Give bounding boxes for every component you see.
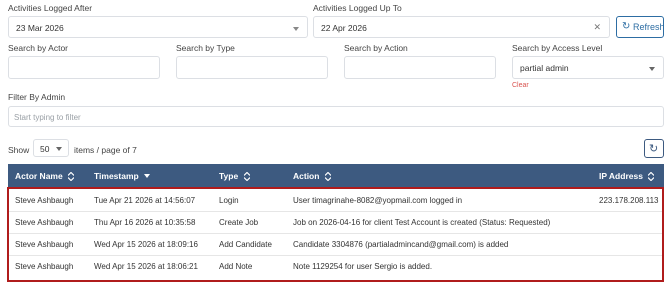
cell-type: Add Note: [219, 262, 253, 271]
refresh-button[interactable]: ↻ Refresh: [616, 16, 665, 38]
activities-upto-value: 22 Apr 2026: [321, 23, 367, 33]
table-row[interactable]: Steve Ashbaugh Wed Apr 15 2026 at 18:09:…: [8, 234, 662, 256]
refresh-icon: ↻: [622, 21, 631, 32]
col-header-type[interactable]: Type: [219, 171, 250, 182]
cell-type: Create Job: [219, 218, 259, 227]
cell-timestamp: Thu Apr 16 2026 at 10:35:58: [94, 218, 196, 227]
show-label: Show: [8, 145, 30, 155]
cell-timestamp: Tue Apr 21 2026 at 14:56:07: [94, 196, 196, 205]
col-header-action[interactable]: Action: [293, 171, 331, 182]
col-header-timestamp-label: Timestamp: [94, 171, 139, 181]
cell-actor: Steve Ashbaugh: [15, 240, 74, 249]
col-header-actor-label: Actor Name: [15, 171, 63, 181]
activities-upto-label: Activities Logged Up To: [313, 3, 402, 13]
cell-action: User timagrinahe-8082@yopmail.com logged…: [293, 196, 463, 205]
col-header-actor[interactable]: Actor Name: [15, 171, 75, 182]
table-refresh-button[interactable]: ↻: [644, 139, 664, 158]
access-level-select[interactable]: partial admin: [512, 56, 664, 79]
cell-actor: Steve Ashbaugh: [15, 218, 74, 227]
chevron-down-icon: [649, 67, 655, 71]
search-action-input[interactable]: [344, 56, 496, 79]
sort-icon: [68, 172, 75, 182]
search-actor-input[interactable]: [8, 56, 160, 79]
activities-upto-field[interactable]: 22 Apr 2026 ✕: [313, 16, 610, 38]
page-size-select[interactable]: 50: [33, 139, 69, 157]
refresh-label: Refresh: [633, 22, 665, 32]
cell-action: Job on 2026-04-16 for client Test Accoun…: [293, 218, 551, 227]
clear-date-icon[interactable]: ✕: [593, 22, 601, 33]
cell-timestamp: Wed Apr 15 2026 at 18:09:16: [94, 240, 198, 249]
cell-actor: Steve Ashbaugh: [15, 196, 74, 205]
sort-icon: [324, 172, 331, 182]
col-header-ip[interactable]: IP Address: [599, 171, 655, 182]
search-type-label: Search by Type: [176, 43, 235, 53]
activities-after-label: Activities Logged After: [8, 3, 93, 13]
search-action-label: Search by Action: [344, 43, 408, 53]
access-level-value: partial admin: [520, 63, 569, 73]
cell-action: Candidate 3304876 (partialadmincand@gmai…: [293, 240, 509, 249]
dropdown-caret-icon: [293, 27, 299, 31]
search-access-label: Search by Access Level: [512, 43, 603, 53]
search-type-input[interactable]: [176, 56, 328, 79]
sort-icon: [243, 172, 250, 182]
table-header: Actor Name Timestamp Type Action IP Addr…: [8, 164, 664, 187]
col-header-timestamp[interactable]: Timestamp: [94, 171, 151, 181]
refresh-icon: ↻: [649, 143, 659, 155]
filter-admin-input[interactable]: Start typing to filter: [8, 106, 664, 127]
sort-icon: [648, 172, 655, 182]
col-header-ip-label: IP Address: [599, 171, 643, 181]
cell-actor: Steve Ashbaugh: [15, 262, 74, 271]
col-header-action-label: Action: [293, 171, 320, 181]
sort-desc-icon: [144, 174, 151, 179]
table-row[interactable]: Steve Ashbaugh Tue Apr 21 2026 at 14:56:…: [8, 190, 662, 212]
cell-timestamp: Wed Apr 15 2026 at 18:06:21: [94, 262, 198, 271]
table-row[interactable]: Steve Ashbaugh Wed Apr 15 2026 at 18:06:…: [8, 256, 662, 278]
cell-action: Note 1129254 for user Sergio is added.: [293, 262, 433, 271]
filter-admin-placeholder: Start typing to filter: [14, 113, 81, 122]
table-row[interactable]: Steve Ashbaugh Thu Apr 16 2026 at 10:35:…: [8, 212, 662, 234]
cell-type: Add Candidate: [219, 240, 272, 249]
page-size-value: 50: [40, 144, 50, 154]
cell-type: Login: [219, 196, 239, 205]
cell-ip: 223.178.208.113: [599, 196, 659, 205]
chevron-down-icon: [56, 147, 62, 151]
clear-access-link[interactable]: Clear: [512, 82, 529, 89]
search-actor-label: Search by Actor: [8, 43, 69, 53]
filter-admin-label: Filter By Admin: [8, 92, 66, 102]
activities-after-value: 23 Mar 2026: [16, 23, 64, 33]
activities-after-field[interactable]: 23 Mar 2026: [8, 16, 308, 38]
items-per-page-text: items / page of 7: [74, 145, 137, 155]
col-header-type-label: Type: [219, 171, 239, 181]
